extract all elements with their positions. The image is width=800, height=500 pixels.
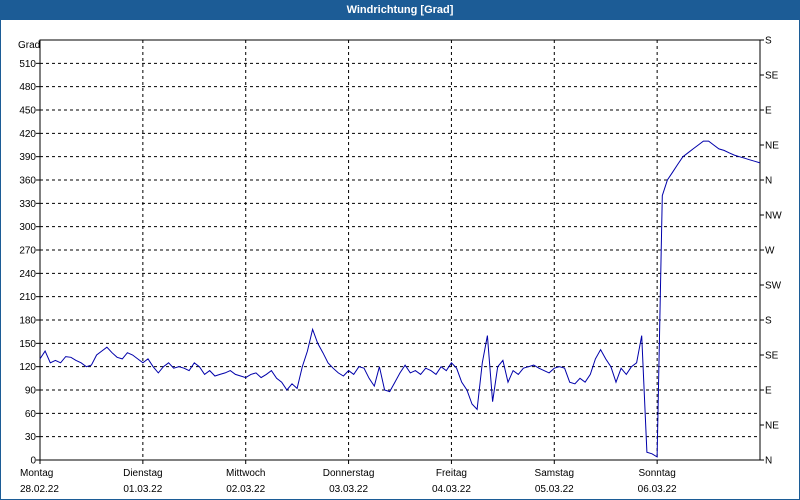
y-tick-label: 210 — [19, 292, 36, 303]
y-tick-label: 60 — [25, 409, 37, 420]
y-tick-label: 510 — [19, 59, 36, 70]
x-tick-day-label: Freitag — [436, 468, 467, 479]
x-tick-day-label: Donnerstag — [323, 468, 375, 479]
right-tick-label: N — [765, 176, 772, 187]
x-tick-day-label: Dienstag — [123, 468, 162, 479]
right-tick-label: SE — [765, 351, 779, 362]
y-tick-label: 90 — [25, 386, 37, 397]
x-tick-day-label: Montag — [20, 468, 53, 479]
y-tick-label: 120 — [19, 362, 36, 373]
right-tick-label: E — [765, 106, 772, 117]
x-tick-day-label: Sonntag — [639, 468, 676, 479]
right-tick-label: NE — [765, 141, 779, 152]
right-tick-label: S — [765, 36, 772, 47]
y-tick-label: 360 — [19, 176, 36, 187]
y-tick-label: 450 — [19, 106, 36, 117]
y-axis: 0 30 60 90 120 150 180 210 240 270 300 330 360 390 420… — [19, 59, 40, 467]
y-tick-label: 390 — [19, 152, 36, 163]
right-tick-label: W — [765, 246, 775, 257]
y-axis-label: Grad — [18, 40, 40, 51]
right-tick-label: SE — [765, 71, 779, 82]
right-tick-label: N — [765, 456, 772, 467]
wind-direction-series-line — [39, 140, 761, 458]
right-axis: N NE E SE S SW W NW N NE E SE S — [760, 36, 782, 467]
y-tick-label: 480 — [19, 82, 36, 93]
y-tick-label: 420 — [19, 129, 36, 140]
wind-direction-chart: 0 30 60 90 120 150 180 210 240 270 300 330 360 390 420… — [18, 36, 782, 496]
right-tick-label: NW — [765, 211, 782, 222]
y-tick-label: 0 — [30, 456, 36, 467]
right-tick-label: NE — [765, 421, 779, 432]
grid-lines — [40, 40, 760, 460]
x-tick-day-label: Mittwoch — [226, 468, 265, 479]
x-tick-date-label: 01.03.22 — [123, 484, 162, 495]
chart-window: Windrichtung [Grad] 0 30 60 90 120 150 180 210 2… — [0, 0, 800, 500]
x-tick-date-label: 02.03.22 — [226, 484, 265, 495]
right-tick-label: SW — [765, 281, 782, 292]
x-tick-date-label: 05.03.22 — [535, 484, 574, 495]
x-tick-date-label: 28.02.22 — [20, 484, 59, 495]
x-axis: Montag 28.02.22 Dienstag 01.03.22 Mittwoch 02… — [20, 460, 677, 495]
x-tick-date-label: 03.03.22 — [329, 484, 368, 495]
right-tick-label: S — [765, 316, 772, 327]
x-tick-day-label: Samstag — [535, 468, 574, 479]
y-tick-label: 150 — [19, 339, 36, 350]
y-tick-label: 240 — [19, 269, 36, 280]
y-tick-label: 180 — [19, 316, 36, 327]
y-tick-label: 330 — [19, 199, 36, 210]
y-tick-label: 300 — [19, 222, 36, 233]
x-tick-date-label: 06.03.22 — [638, 484, 677, 495]
y-tick-label: 270 — [19, 246, 36, 257]
y-tick-label: 30 — [25, 432, 37, 443]
right-tick-label: E — [765, 386, 772, 397]
x-tick-date-label: 04.03.22 — [432, 484, 471, 495]
